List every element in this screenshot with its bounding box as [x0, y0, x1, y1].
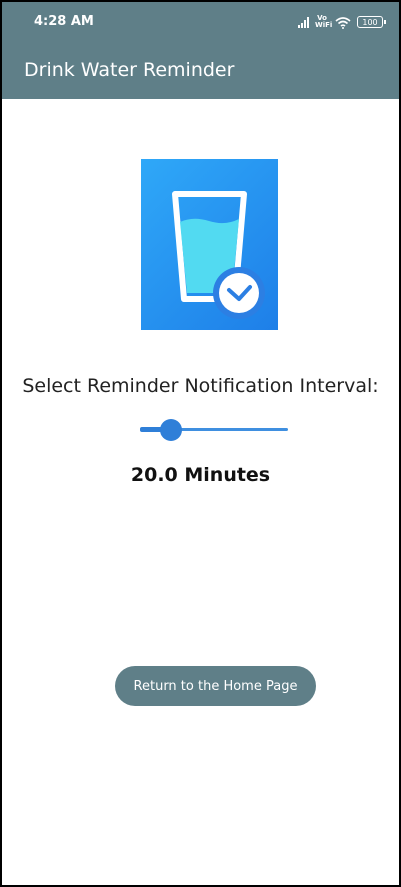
battery-icon: 100 — [357, 16, 386, 28]
interval-slider[interactable] — [140, 418, 288, 442]
interval-value: 20.0 Minutes — [130, 464, 271, 486]
interval-label: Select Reminder Notification Interval: — [22, 375, 379, 397]
status-bar: 4:28 AM Vo WiFi 100 — [2, 2, 399, 42]
signal-icon — [298, 16, 309, 28]
return-home-button[interactable]: Return to the Home Page — [115, 666, 316, 706]
app-screen: 4:28 AM Vo WiFi 100 Drink Water Reminder — [0, 0, 401, 887]
slider-thumb[interactable] — [160, 419, 182, 441]
app-title: Drink Water Reminder — [24, 59, 235, 81]
status-icons: Vo WiFi 100 — [298, 12, 386, 32]
water-glass-clock-icon — [141, 159, 278, 330]
wifi-icon — [335, 16, 351, 29]
status-time: 4:28 AM — [34, 14, 94, 29]
app-bar: Drink Water Reminder — [2, 42, 399, 99]
vowifi-icon: Vo WiFi — [315, 14, 333, 29]
